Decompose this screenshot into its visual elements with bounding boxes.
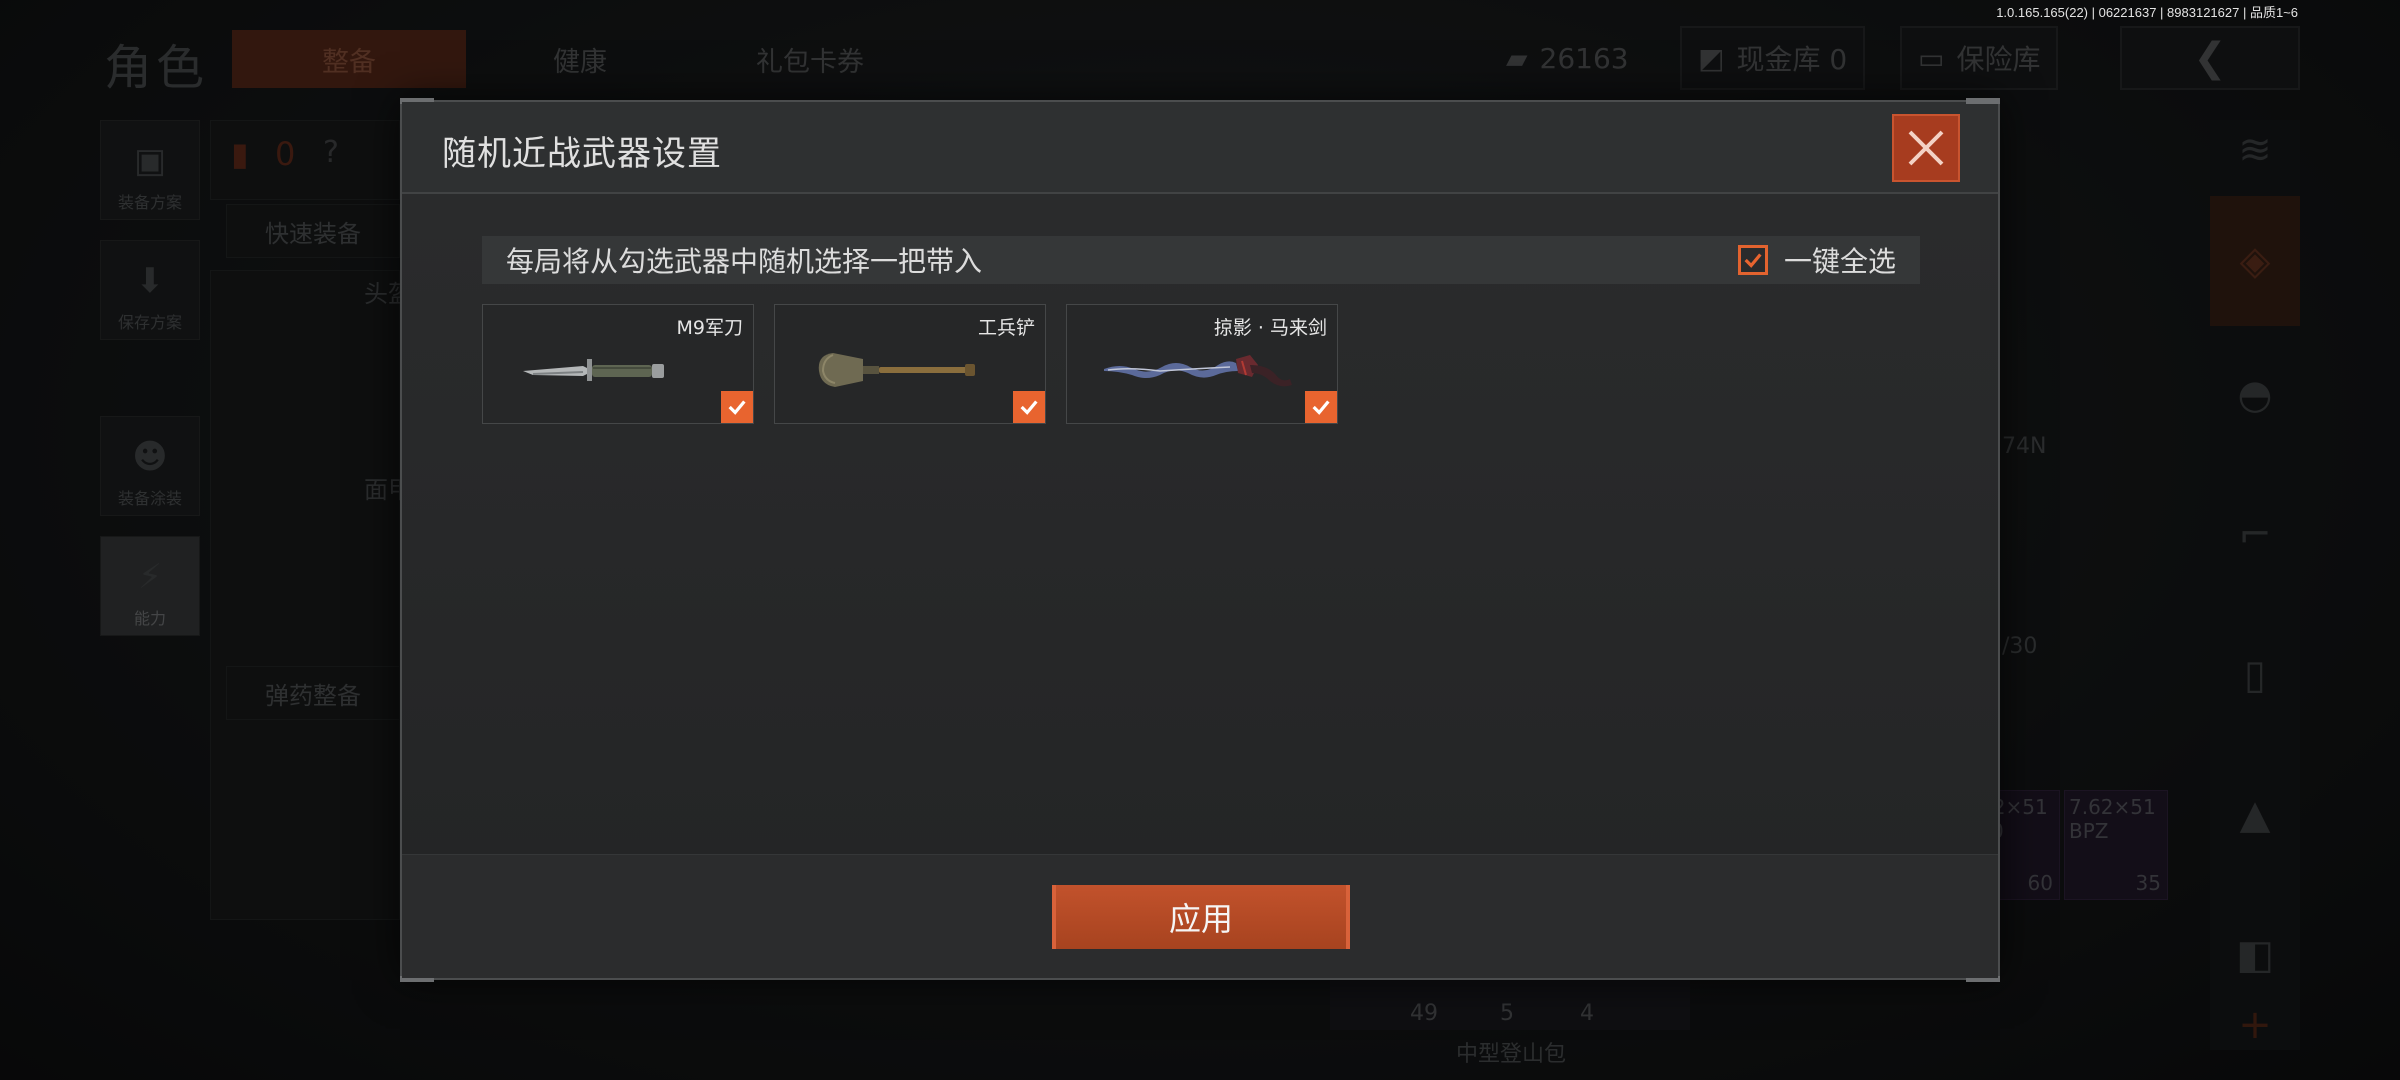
weapon-name: 工兵铲: [977, 317, 1035, 339]
instruction-text: 每局将从勾选武器中随机选择一把带入: [506, 245, 983, 278]
dialog-header: 随机近战武器设置: [402, 102, 1998, 194]
weapon-card-m9-knife[interactable]: M9军刀: [482, 304, 754, 424]
checkmark-icon: [1312, 400, 1330, 415]
checkmark-icon: [728, 400, 746, 415]
weapon-card-kris-sword[interactable]: 掠影 · 马来剑: [1066, 304, 1338, 424]
checkmark-icon: [1744, 253, 1762, 268]
kris-sword-icon: [1104, 355, 1292, 387]
weapon-card-entrenching-shovel[interactable]: 工兵铲: [774, 304, 1046, 424]
random-melee-settings-dialog: 随机近战武器设置 每局将从勾选武器中随机选择一把带入 一键全选 M9军刀 工兵铲…: [400, 98, 2000, 982]
close-button[interactable]: [1892, 114, 1960, 182]
select-all-toggle[interactable]: 一键全选: [1737, 240, 1896, 280]
shovel-icon: [818, 353, 975, 387]
dialog-footer: 应用: [402, 854, 1998, 978]
apply-button[interactable]: 应用: [1052, 885, 1350, 949]
instruction-bar: 每局将从勾选武器中随机选择一把带入 一键全选: [482, 236, 1920, 284]
select-all-label: 一键全选: [1783, 245, 1896, 278]
version-text: 1.0.165.165(22) | 06221637 | 8983121627 …: [1996, 5, 2298, 20]
select-all-checkbox[interactable]: [1737, 245, 1768, 275]
weapon-checkbox[interactable]: [1305, 391, 1337, 423]
close-icon: [1908, 130, 1944, 166]
weapon-name: 掠影 · 马来剑: [1213, 317, 1327, 339]
weapon-name: M9军刀: [676, 317, 743, 339]
weapon-checkbox[interactable]: [721, 391, 753, 423]
checkmark-icon: [1020, 400, 1038, 415]
combat-knife-icon: [523, 359, 664, 381]
weapon-checkbox[interactable]: [1013, 391, 1045, 423]
weapon-list: M9军刀 工兵铲 掠影 · 马来剑: [482, 304, 1338, 424]
dialog-title: 随机近战武器设置: [442, 134, 722, 174]
